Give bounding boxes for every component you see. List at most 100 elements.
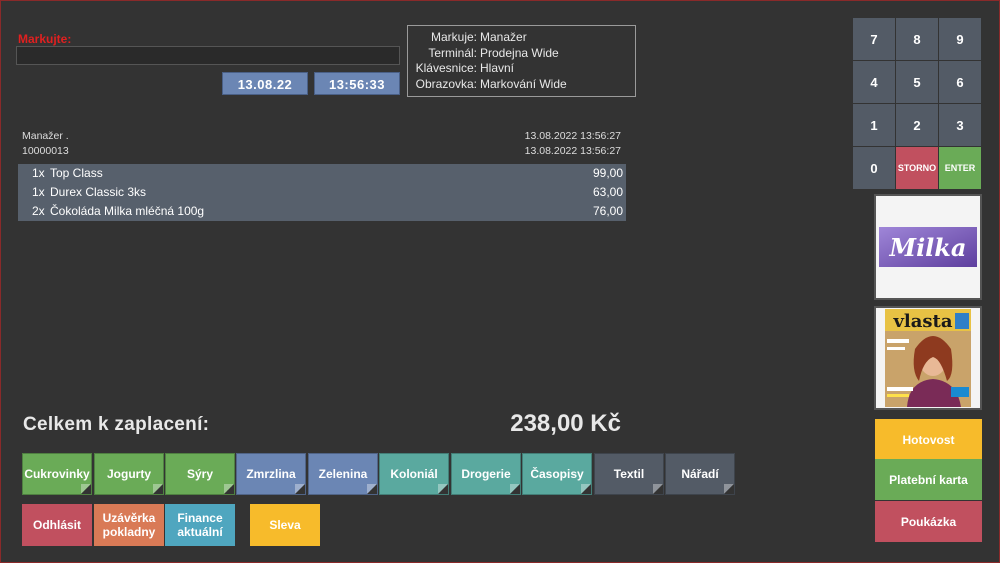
- corner-fold: [581, 484, 591, 494]
- barcode-input-label: Markujte:: [18, 32, 72, 46]
- keypad-0[interactable]: 0: [853, 147, 895, 189]
- category-button-cukrovinky[interactable]: Cukrovinky: [22, 453, 92, 495]
- receipt-user: Manažer .: [22, 130, 69, 142]
- corner-fold: [295, 484, 305, 494]
- category-button-textil[interactable]: Textil: [594, 453, 664, 495]
- category-button-syry[interactable]: Sýry: [165, 453, 235, 495]
- receipt-datetime: 13.08.2022 13:56:27: [524, 130, 621, 142]
- keypad-8[interactable]: 8: [896, 18, 938, 60]
- category-label: Drogerie: [461, 467, 511, 481]
- info-value: Markování Wide: [480, 76, 567, 91]
- item-quantity: 1x: [32, 166, 45, 180]
- session-info-panel: Markuje: Manažer Terminál: Prodejna Wide…: [407, 25, 636, 97]
- finance-label-line2: aktuální: [177, 525, 223, 539]
- corner-fold: [724, 484, 734, 494]
- category-button-zelenina[interactable]: Zelenina: [308, 453, 378, 495]
- milka-logo-text: Milka: [889, 233, 967, 262]
- keypad-7[interactable]: 7: [853, 18, 895, 60]
- corner-fold: [653, 484, 663, 494]
- item-name: Durex Classic 3ks: [50, 185, 147, 199]
- info-key: Terminál:: [428, 45, 477, 60]
- finance-current-button[interactable]: Finance aktuální: [165, 504, 235, 546]
- info-value: Manažer: [480, 30, 527, 44]
- closing-label-line1: Uzávěrka: [102, 511, 156, 525]
- logout-button[interactable]: Odhlásit: [22, 504, 92, 546]
- info-value: Hlavní: [480, 61, 515, 75]
- category-label: Cukrovinky: [24, 467, 90, 481]
- card-label: Platební karta: [889, 472, 968, 487]
- corner-fold: [510, 484, 520, 494]
- category-label: Textil: [613, 467, 645, 481]
- receipt-item[interactable]: 1x Durex Classic 3ks 63,00: [18, 183, 626, 202]
- cash-label: Hotovost: [902, 432, 955, 447]
- category-label: Zmrzlina: [246, 467, 296, 481]
- corner-fold: [438, 484, 448, 494]
- cash-payment-button[interactable]: Hotovost: [875, 419, 982, 460]
- item-price: 76,00: [592, 204, 623, 218]
- info-row-cashier: Markuje: Manažer: [414, 30, 629, 46]
- item-name: Top Class: [50, 166, 103, 180]
- item-price: 99,00: [592, 166, 623, 180]
- item-name: Čokoláda Milka mléčná 100g: [50, 204, 205, 218]
- closing-label-line2: pokladny: [102, 525, 156, 539]
- corner-fold: [153, 484, 163, 494]
- card-payment-button[interactable]: Platební karta: [875, 459, 982, 500]
- corner-fold: [224, 484, 234, 494]
- info-row-screen: Obrazovka: Markování Wide: [414, 77, 629, 93]
- discount-label: Sleva: [269, 518, 301, 532]
- total-label: Celkem k zaplacení:: [23, 414, 210, 435]
- info-row-terminal: Terminál: Prodejna Wide: [414, 46, 629, 62]
- category-label: Nářadí: [681, 467, 719, 481]
- receipt-datetime: 13.08.2022 13:56:27: [524, 145, 621, 157]
- category-button-jogurty[interactable]: Jogurty: [94, 453, 164, 495]
- info-key: Markuje:: [430, 30, 477, 44]
- receipt-id: 10000013: [22, 145, 69, 157]
- category-button-naradi[interactable]: Nářadí: [665, 453, 735, 495]
- vlasta-magazine-image: vlasta: [885, 309, 971, 407]
- register-closing-button[interactable]: Uzávěrka pokladny: [94, 504, 164, 546]
- keypad-3[interactable]: 3: [939, 104, 981, 146]
- item-price: 63,00: [592, 185, 623, 199]
- logout-label: Odhlásit: [32, 518, 81, 532]
- product-tile-milka[interactable]: Milka: [874, 194, 982, 300]
- date-display: 13.08.22: [222, 72, 308, 95]
- info-value: Prodejna Wide: [480, 45, 559, 60]
- voucher-label: Poukázka: [900, 514, 957, 529]
- category-label: Koloniál: [390, 467, 438, 481]
- category-label: Jogurty: [106, 467, 151, 481]
- finance-label-line1: Finance: [177, 511, 223, 525]
- storno-button[interactable]: STORNO: [896, 147, 938, 189]
- category-button-drogerie[interactable]: Drogerie: [451, 453, 521, 495]
- keypad-1[interactable]: 1: [853, 104, 895, 146]
- category-label: Sýry: [186, 467, 214, 481]
- category-button-casopisy[interactable]: Časopisy: [522, 453, 592, 495]
- voucher-payment-button[interactable]: Poukázka: [875, 501, 982, 542]
- total-amount: 238,00 Kč: [510, 410, 621, 437]
- item-quantity: 1x: [32, 185, 45, 199]
- discount-button[interactable]: Sleva: [250, 504, 320, 546]
- keypad-4[interactable]: 4: [853, 61, 895, 103]
- vlasta-logo-text: vlasta: [892, 311, 952, 332]
- category-label: Časopisy: [530, 467, 584, 481]
- category-button-kolonial[interactable]: Koloniál: [379, 453, 449, 495]
- receipt-item[interactable]: 1x Top Class 99,00: [18, 164, 626, 183]
- info-row-keyboard: Klávesnice: Hlavní: [414, 61, 629, 77]
- product-tile-vlasta[interactable]: vlasta: [874, 306, 982, 410]
- keypad-6[interactable]: 6: [939, 61, 981, 103]
- barcode-input[interactable]: [16, 46, 400, 65]
- corner-fold: [81, 484, 91, 494]
- keypad-9[interactable]: 9: [939, 18, 981, 60]
- keypad-2[interactable]: 2: [896, 104, 938, 146]
- corner-fold: [367, 484, 377, 494]
- keypad-5[interactable]: 5: [896, 61, 938, 103]
- item-quantity: 2x: [32, 204, 45, 218]
- receipt-items-list: 1x Top Class 99,00 1x Durex Classic 3ks …: [18, 164, 626, 221]
- time-display: 13:56:33: [314, 72, 400, 95]
- category-label: Zelenina: [318, 467, 368, 481]
- info-key: Klávesnice:: [415, 61, 477, 75]
- receipt-item[interactable]: 2x Čokoláda Milka mléčná 100g 76,00: [18, 202, 626, 221]
- category-button-zmrzlina[interactable]: Zmrzlina: [236, 453, 306, 495]
- milka-chocolate-image: Milka: [879, 227, 977, 267]
- info-key: Obrazovka:: [415, 76, 477, 91]
- enter-button[interactable]: ENTER: [939, 147, 981, 189]
